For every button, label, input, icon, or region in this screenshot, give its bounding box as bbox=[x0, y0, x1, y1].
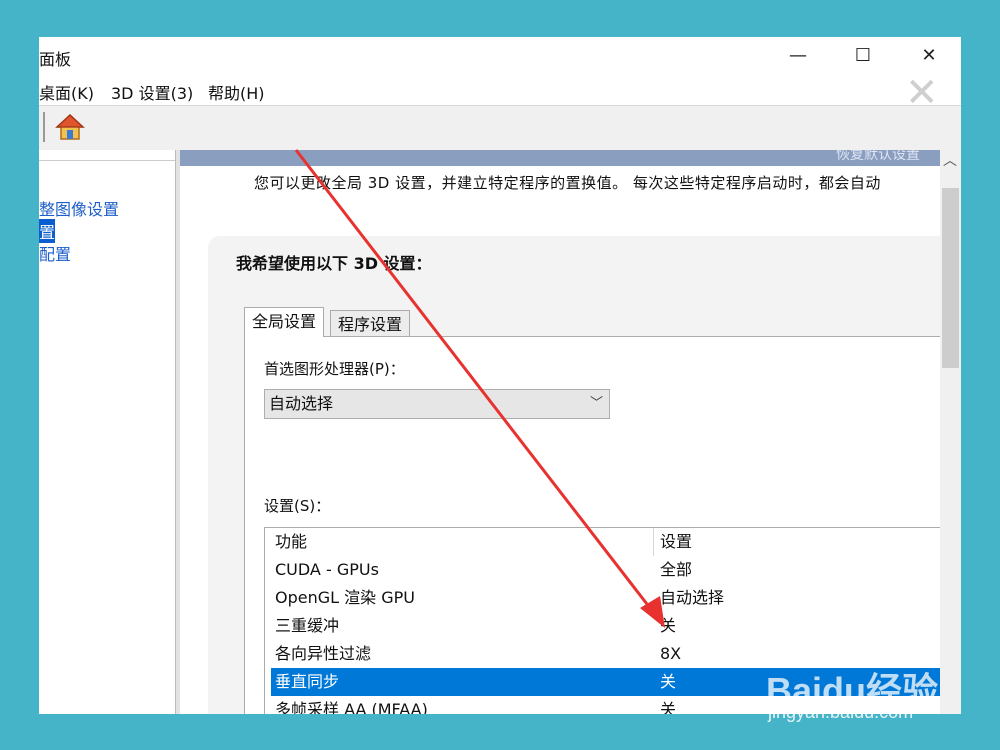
menu-bar: 桌面(K) 3D 设置(3) 帮助(H) bbox=[39, 77, 961, 105]
preferred-gpu-select[interactable]: 自动选择 ﹀ bbox=[264, 389, 610, 419]
setting-cell[interactable]: 关 bbox=[660, 668, 676, 696]
nav-top-edge bbox=[39, 160, 175, 161]
main-content: 恢复默认设置 您可以更改全局 3D 设置，并建立特定程序的置换值。 每次这些特定… bbox=[180, 150, 940, 714]
title-bar: 面板 — ☐ ✕ bbox=[39, 37, 961, 75]
tab-program-settings[interactable]: 程序设置 bbox=[330, 310, 411, 337]
minimize-button[interactable]: — bbox=[784, 43, 812, 69]
setting-cell[interactable]: 8X bbox=[660, 640, 681, 668]
gpu-label: 首选图形处理器(P)： bbox=[264, 360, 405, 378]
feature-cell: OpenGL 渲染 GPU bbox=[275, 588, 415, 607]
feature-cell: 三重缓冲 bbox=[275, 616, 340, 635]
nav-item-image-settings[interactable]: 整图像设置 bbox=[39, 196, 119, 220]
table-row[interactable]: CUDA - GPUs 全部 bbox=[271, 556, 940, 584]
toolbar bbox=[39, 105, 961, 151]
chevron-down-icon: ﹀ bbox=[589, 396, 603, 411]
ghost-close-icon: ✕ bbox=[905, 70, 939, 116]
column-divider[interactable] bbox=[653, 528, 654, 556]
menu-help[interactable]: 帮助(H) bbox=[208, 80, 265, 104]
scroll-up-icon[interactable]: ︿ bbox=[943, 150, 957, 170]
restore-defaults-link[interactable]: 恢复默认设置 bbox=[836, 150, 920, 164]
scrollbar-thumb[interactable] bbox=[942, 188, 959, 368]
nav-item-manage-3d-settings[interactable]: 置 bbox=[39, 219, 56, 243]
feature-cell: 多帧采样 AA (MFAA) bbox=[275, 700, 428, 714]
nvidia-control-panel-window: 面板 — ☐ ✕ 桌面(K) 3D 设置(3) 帮助(H) ✕ 整图像设置 置 … bbox=[39, 37, 961, 714]
column-header-setting[interactable]: 设置 bbox=[660, 528, 692, 556]
close-button[interactable]: ✕ bbox=[915, 43, 943, 69]
feature-cell: CUDA - GPUs bbox=[275, 560, 379, 579]
column-header-feature[interactable]: 功能 bbox=[275, 528, 307, 556]
setting-cell[interactable]: 全部 bbox=[660, 556, 692, 584]
tab-global-settings[interactable]: 全局设置 bbox=[244, 307, 325, 337]
header-banner: 恢复默认设置 bbox=[180, 150, 940, 166]
setting-cell[interactable]: 关 bbox=[660, 696, 676, 714]
preferred-gpu-value: 自动选择 bbox=[269, 394, 334, 413]
nav-item-configure[interactable]: 配置 bbox=[39, 241, 71, 265]
watermark-url: jingyan.baidu.com bbox=[768, 702, 914, 722]
feature-cell: 各向异性过滤 bbox=[275, 644, 372, 663]
left-navigation-tree: 整图像设置 置 配置 bbox=[39, 150, 176, 714]
table-row[interactable]: OpenGL 渲染 GPU 自动选择 bbox=[271, 584, 940, 612]
vertical-scrollbar[interactable]: ︿ bbox=[940, 150, 961, 714]
setting-cell[interactable]: 自动选择 bbox=[660, 584, 724, 612]
maximize-button[interactable]: ☐ bbox=[849, 43, 877, 69]
page-description: 您可以更改全局 3D 设置，并建立特定程序的置换值。 每次这些特定程序启动时，都… bbox=[254, 174, 881, 192]
setting-cell[interactable]: 关 bbox=[660, 612, 676, 640]
feature-cell: 垂直同步 bbox=[275, 672, 340, 691]
settings-label: 设置(S)： bbox=[264, 497, 331, 515]
menu-3d-settings[interactable]: 3D 设置(3) bbox=[111, 80, 193, 104]
menu-desktop[interactable]: 桌面(K) bbox=[39, 80, 94, 104]
toolbar-separator bbox=[43, 112, 45, 142]
panel-title: 我希望使用以下 3D 设置： bbox=[236, 254, 432, 273]
window-title: 面板 bbox=[39, 50, 72, 69]
home-icon[interactable] bbox=[55, 113, 85, 141]
